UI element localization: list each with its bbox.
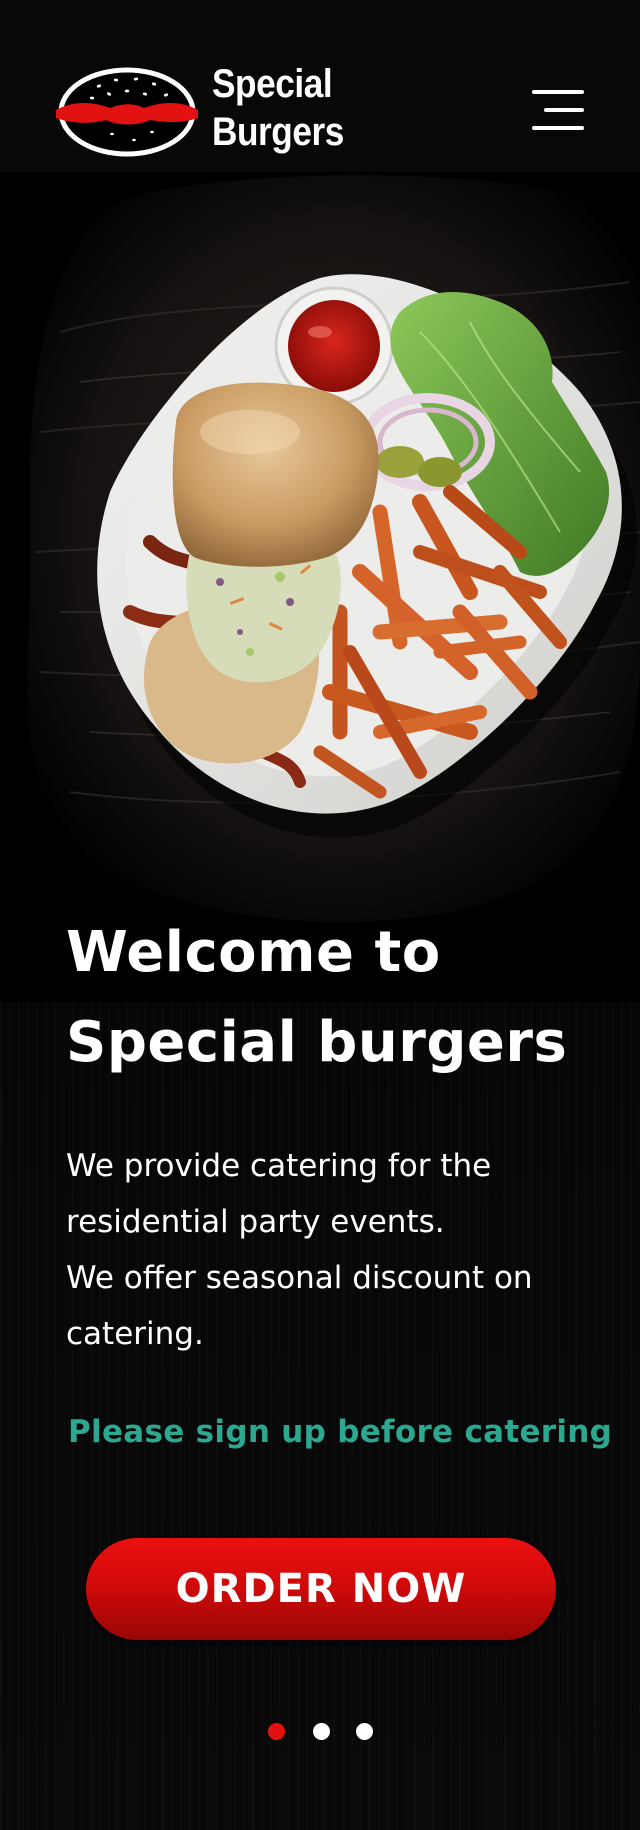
burger-logo-icon <box>56 67 198 157</box>
carousel-pagination <box>268 1723 378 1741</box>
description-line: We offer seasonal discount on catering. <box>66 1260 533 1352</box>
brand-logo-link[interactable]: Special Burgers <box>54 58 364 168</box>
order-now-button[interactable]: ORDER NOW <box>86 1538 556 1640</box>
carousel-dot[interactable] <box>313 1723 330 1740</box>
hero-description: We provide catering for the residential … <box>66 1138 586 1362</box>
signup-link[interactable]: Please sign up before catering <box>68 1410 612 1454</box>
hero-title-line1: Welcome to <box>66 920 441 985</box>
menu-line <box>532 90 584 94</box>
hero-title: Welcome to Special burgers <box>66 908 606 1088</box>
description-line: We provide catering for the residential … <box>66 1148 492 1240</box>
hero-image <box>0 172 640 1002</box>
site-header: Special Burgers <box>0 0 640 172</box>
menu-line <box>532 126 584 130</box>
page: Special Burgers Welcome to Special burge… <box>0 0 640 1830</box>
carousel-dot-active[interactable] <box>268 1723 285 1740</box>
carousel-dot[interactable] <box>356 1723 373 1740</box>
brand-name-line2: Burgers <box>212 110 344 154</box>
menu-line <box>544 108 584 112</box>
brand-name: Special Burgers <box>212 60 344 156</box>
hamburger-menu-icon[interactable] <box>528 84 584 136</box>
hero-title-line2: Special burgers <box>66 1010 568 1075</box>
brand-name-line1: Special <box>212 62 333 106</box>
burger-plate-illustration <box>26 175 640 922</box>
